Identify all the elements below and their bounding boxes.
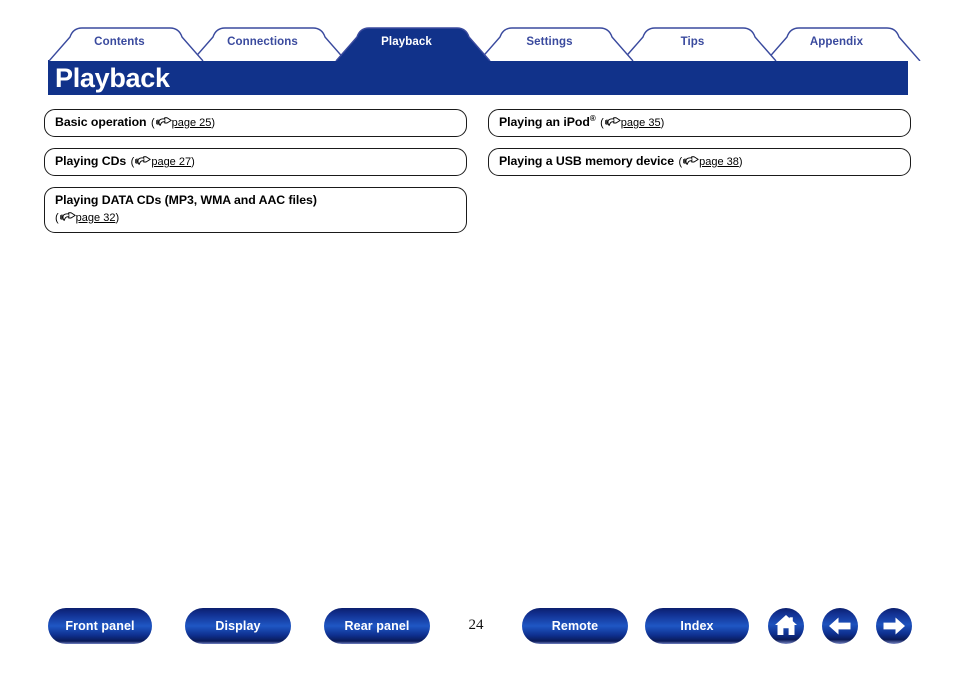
footer-button-label: Display: [215, 619, 261, 633]
tab-appendix[interactable]: Appendix: [765, 27, 921, 61]
page-link[interactable]: page 27: [151, 156, 191, 168]
ref-close-paren: ): [211, 117, 216, 129]
link-box-title: Basic operation: [55, 115, 147, 129]
pointing-hand-icon: [155, 117, 172, 127]
tab-shape: [478, 27, 634, 61]
link-box[interactable]: Playing CDs (page 27): [44, 148, 467, 176]
link-box-line-1: Playing DATA CDs (MP3, WMA and AAC files…: [55, 192, 456, 208]
footer-button-label: Index: [680, 619, 714, 633]
page-link[interactable]: page 35: [621, 117, 661, 129]
link-box-line-1: Basic operation (page 25): [55, 114, 456, 131]
footer-button-display[interactable]: Display: [185, 608, 291, 644]
ref-close-paren: ): [660, 117, 665, 129]
ref-close-paren: ): [191, 156, 195, 168]
tab-shape: [335, 27, 491, 61]
page-link[interactable]: page 25: [172, 117, 212, 129]
footer-navigation: 24 Front panel Display Rear panel Remote Ind…: [0, 608, 954, 650]
ref-close-paren: ): [115, 212, 120, 224]
page-link[interactable]: page 32: [76, 212, 116, 224]
footer-home-icon[interactable]: [768, 608, 804, 644]
link-box-title: Playing DATA CDs (MP3, WMA and AAC files…: [55, 193, 317, 207]
content-area: Basic operation (page 25) Playing CDs (pa…: [0, 0, 954, 540]
page-reference[interactable]: (page 35): [600, 117, 664, 129]
link-box[interactable]: Playing an iPod® (page 35): [488, 109, 911, 137]
link-box[interactable]: Playing DATA CDs (MP3, WMA and AAC files…: [44, 187, 467, 233]
link-box[interactable]: Playing a USB memory device (page 38): [488, 148, 911, 176]
tab-shape: [765, 27, 921, 61]
page-reference[interactable]: (page 32): [55, 212, 119, 224]
footer-button-remote[interactable]: Remote: [522, 608, 628, 644]
link-box-line-2: (page 32): [55, 209, 456, 226]
footer-button-front-panel[interactable]: Front panel: [48, 608, 152, 644]
pointing-hand-icon: [604, 117, 621, 127]
link-box-line-1: Playing CDs (page 27): [55, 153, 456, 170]
link-column-right: Playing an iPod® (page 35) Playing a USB …: [488, 109, 911, 187]
manual-page: Contents Connections Playback Settings Tips A…: [0, 0, 954, 673]
tab-contents[interactable]: Contents: [48, 27, 204, 61]
link-box-title: Playing CDs: [55, 154, 127, 168]
link-box-line-1: Playing a USB memory device (page 38): [499, 153, 900, 170]
arrow-left-icon: [829, 617, 851, 635]
tab-connections[interactable]: Connections: [191, 27, 347, 61]
footer-arrow-left-icon[interactable]: [822, 608, 858, 644]
footer-button-label: Front panel: [65, 619, 135, 633]
page-number: 24: [468, 617, 484, 633]
ref-close-paren: ): [738, 156, 743, 168]
link-box-line-1: Playing an iPod® (page 35): [499, 114, 900, 131]
home-icon: [775, 615, 797, 635]
tab-playback[interactable]: Playback: [335, 27, 491, 61]
link-box-title: Playing a USB memory device: [499, 154, 674, 168]
pointing-hand-icon: [59, 212, 76, 222]
link-box[interactable]: Basic operation (page 25): [44, 109, 467, 137]
tab-shape: [48, 27, 204, 61]
footer-button-index[interactable]: Index: [645, 608, 749, 644]
footer-arrow-right-icon[interactable]: [876, 608, 912, 644]
tab-shape: [191, 27, 347, 61]
pointing-hand-icon: [134, 156, 152, 166]
arrow-right-icon: [883, 617, 905, 635]
footer-button-label: Rear panel: [344, 619, 410, 633]
tab-settings[interactable]: Settings: [478, 27, 634, 61]
tab-bar: Contents Connections Playback Settings Tips A…: [48, 27, 921, 61]
tab-shape: [621, 27, 777, 61]
pointing-hand-icon: [682, 156, 699, 166]
footer-button-rear-panel[interactable]: Rear panel: [324, 608, 430, 644]
page-reference[interactable]: (page 25): [151, 117, 215, 129]
footer-button-label: Remote: [551, 619, 599, 633]
link-column-left: Basic operation (page 25) Playing CDs (pa…: [44, 109, 467, 244]
tab-tips[interactable]: Tips: [621, 27, 777, 61]
link-box-title: Playing an iPod: [499, 115, 590, 129]
page-reference[interactable]: (page 38): [678, 156, 742, 168]
page-reference[interactable]: (page 27): [131, 156, 195, 168]
registered-trademark-mark: ®: [589, 113, 596, 123]
page-link[interactable]: page 38: [699, 156, 739, 168]
